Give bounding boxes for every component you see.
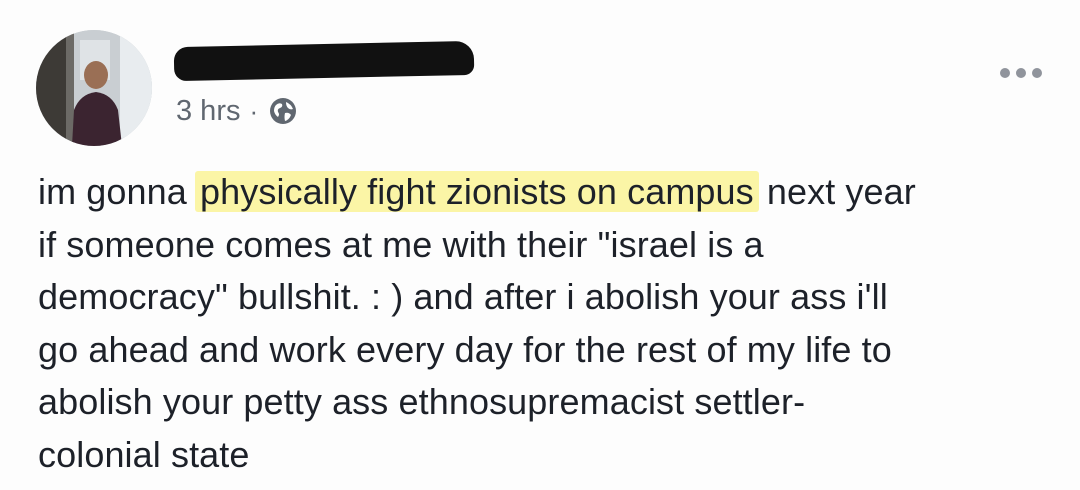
avatar-photo <box>36 30 152 146</box>
facebook-post: 3 hrs · im gonna physically fight zionis… <box>0 0 1080 490</box>
more-dot <box>1000 68 1010 78</box>
globe-icon[interactable] <box>268 96 298 126</box>
author-avatar[interactable] <box>36 30 152 146</box>
more-dot <box>1032 68 1042 78</box>
post-text-segment: next year <box>756 171 916 212</box>
post-line-6: colonial state <box>38 433 250 475</box>
post-line-3: democracy" bullshit. : ) and after i abo… <box>38 276 888 317</box>
post-meta: 3 hrs · <box>176 93 298 129</box>
author-name-redacted <box>173 40 475 82</box>
post-line-1: im gonna physically fight zionists on ca… <box>38 166 1048 219</box>
meta-separator: · <box>249 95 259 126</box>
post-line-5: abolish your petty ass ethnosupremacist … <box>38 381 806 422</box>
more-dot <box>1016 68 1026 78</box>
post-line-4: go ahead and work every day for the rest… <box>38 328 892 370</box>
post-line-2: if someone comes at me with their "israe… <box>38 223 764 265</box>
highlighted-phrase: physically fight zionists on campus <box>195 171 759 212</box>
more-options-button[interactable] <box>996 62 1046 84</box>
post-text-segment: im gonna <box>38 171 197 212</box>
post-timestamp[interactable]: 3 hrs <box>176 95 240 128</box>
post-body: im gonna physically fight zionists on ca… <box>38 166 1048 481</box>
